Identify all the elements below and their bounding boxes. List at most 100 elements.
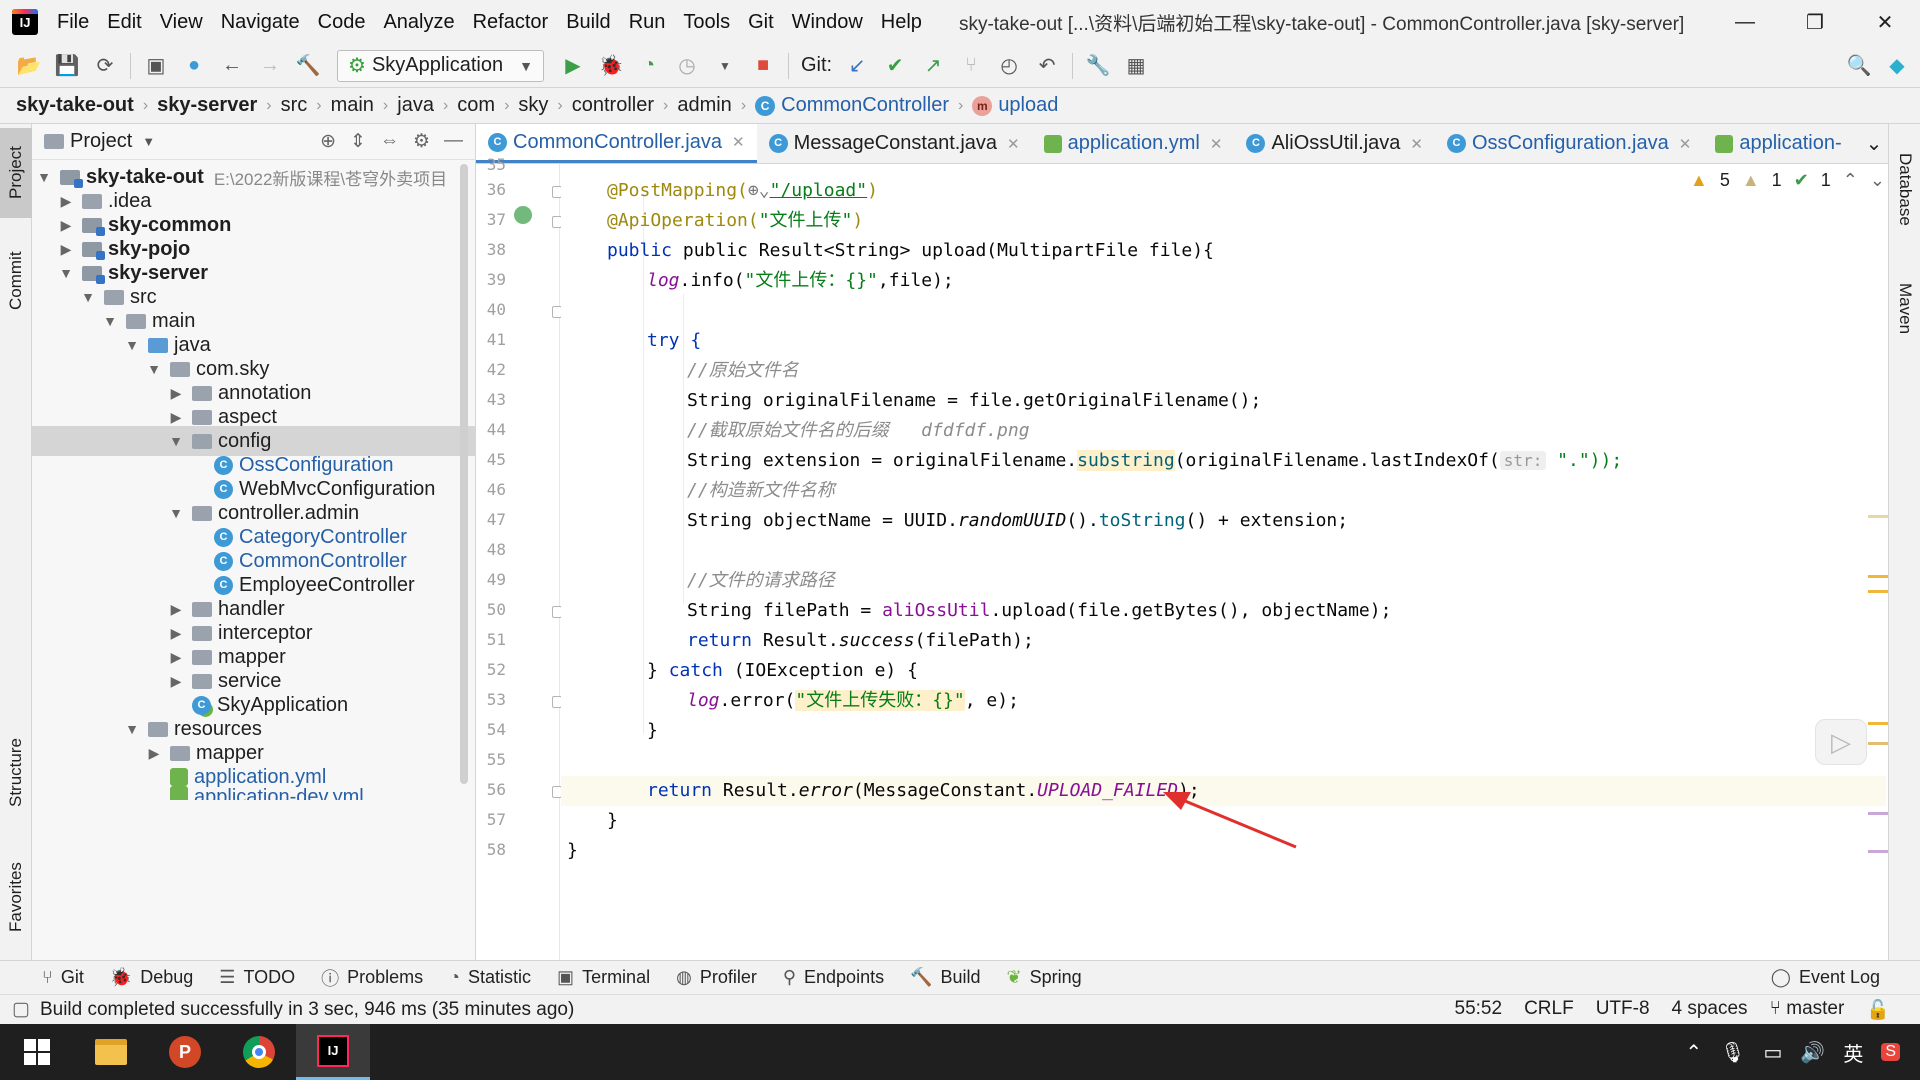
menu-window[interactable]: Window	[783, 11, 872, 34]
close-icon[interactable]: ✕	[1410, 135, 1423, 153]
structure-tool-tab[interactable]: Structure	[0, 718, 32, 828]
search-icon[interactable]: 🔍	[1844, 51, 1874, 81]
volume-icon[interactable]: 🔊	[1800, 1040, 1825, 1065]
build-tool-tab[interactable]: 🔨 Build	[910, 967, 980, 988]
crumb-module[interactable]: sky-server ›	[157, 94, 280, 117]
profiler-tool-tab[interactable]: ◍ Profiler	[676, 967, 757, 988]
menu-help[interactable]: Help	[872, 11, 931, 34]
debug-tool-tab[interactable]: 🐞 Debug	[110, 967, 193, 988]
forward-arrow-icon[interactable]: →	[255, 51, 285, 81]
code-editor[interactable]: @PostMapping(⊕⌄"/upload") @ApiOperation(…	[561, 164, 1886, 960]
coverage-icon[interactable]: ◔	[634, 51, 664, 81]
menu-build[interactable]: Build	[557, 11, 619, 34]
favorites-tool-tab[interactable]: Favorites	[0, 842, 32, 952]
hide-icon[interactable]: —	[444, 130, 463, 153]
lock-icon[interactable]: 🔓	[1866, 998, 1890, 1022]
git-tool-tab[interactable]: ⑂ Git	[42, 967, 84, 988]
terminal-tool-tab[interactable]: ▣ Terminal	[557, 967, 650, 988]
status-toggle-icon[interactable]: ▢	[12, 998, 30, 1021]
menu-run[interactable]: Run	[620, 11, 675, 34]
powerpoint-icon[interactable]: P	[148, 1024, 222, 1080]
caret-position[interactable]: 55:52	[1455, 998, 1503, 1022]
problems-tool-tab[interactable]: ⓘ Problems	[321, 965, 423, 991]
crumb-method[interactable]: m upload	[972, 94, 1058, 117]
maven-tool-tab[interactable]: Maven	[1889, 264, 1920, 354]
build-hammer-icon[interactable]: 🔨	[293, 51, 323, 81]
todo-tool-tab[interactable]: ☰ TODO	[219, 967, 295, 988]
menu-refactor[interactable]: Refactor	[464, 11, 558, 34]
menu-tools[interactable]: Tools	[674, 11, 739, 34]
close-icon[interactable]: ✕	[1210, 135, 1223, 153]
tab-messageconstant[interactable]: C MessageConstant.java ✕	[757, 124, 1032, 163]
inspection-widget[interactable]: ▲ 5 ▲ 1 ✔ 1 ⌃ ⌄	[1690, 170, 1885, 191]
windows-start-icon[interactable]	[0, 1024, 74, 1080]
ime-indicator[interactable]: 英	[1843, 1038, 1863, 1067]
tab-application-yml[interactable]: application.yml ✕	[1032, 124, 1235, 163]
git-commit-icon[interactable]: ✔	[880, 51, 910, 81]
git-merge-icon[interactable]: ⑂	[956, 51, 986, 81]
history-icon[interactable]: ◴	[994, 51, 1024, 81]
settings-wrench-icon[interactable]: 🔧	[1083, 51, 1113, 81]
spring-tool-tab[interactable]: ❦ Spring	[1007, 967, 1082, 988]
back-arrow-icon[interactable]: ←	[217, 51, 247, 81]
git-push-icon[interactable]: ↗	[918, 51, 948, 81]
collapse-all-icon[interactable]: ⇔	[380, 130, 399, 153]
stop-icon[interactable]: ■	[748, 51, 778, 81]
status-message[interactable]: Build completed successfully in 3 sec, 9…	[40, 999, 574, 1021]
project-tool-tab[interactable]: Project	[0, 128, 32, 218]
project-structure-icon[interactable]: ▦	[1121, 51, 1151, 81]
sync-icon[interactable]: ⟳	[90, 51, 120, 81]
tab-commoncontroller[interactable]: C CommonController.java ✕	[476, 124, 757, 163]
project-panel-title[interactable]: Project	[70, 130, 132, 153]
close-window-button[interactable]: ✕	[1850, 10, 1920, 35]
module-icon[interactable]: ▣	[141, 51, 171, 81]
tree-row[interactable]: application-dev.yml	[32, 786, 475, 800]
git-branch[interactable]: ⑂ master	[1770, 998, 1845, 1022]
menu-view[interactable]: View	[151, 11, 212, 34]
crumb-project[interactable]: sky-take-out ›	[16, 94, 157, 117]
battery-icon[interactable]: ▭	[1764, 1040, 1783, 1065]
class-icon[interactable]: ●	[179, 51, 209, 81]
crumb-controller[interactable]: controller ›	[572, 94, 678, 117]
menu-navigate[interactable]: Navigate	[212, 11, 309, 34]
file-encoding[interactable]: UTF-8	[1596, 998, 1650, 1022]
menu-code[interactable]: Code	[309, 11, 375, 34]
tab-oss-configuration[interactable]: C OssConfiguration.java ✕	[1435, 124, 1703, 163]
crumb-admin[interactable]: admin ›	[677, 94, 755, 117]
microphone-icon[interactable]: 🎙	[1720, 1040, 1745, 1065]
chevron-down-icon[interactable]: ▼	[142, 134, 155, 149]
menu-analyze[interactable]: Analyze	[374, 11, 463, 34]
chevron-up-icon[interactable]: ⌃	[1685, 1040, 1702, 1065]
close-icon[interactable]: ✕	[1007, 135, 1020, 153]
crumb-class[interactable]: C CommonController ›	[755, 94, 972, 117]
expand-all-icon[interactable]: ⇕	[350, 130, 366, 153]
endpoint-gutter-icon[interactable]	[514, 206, 532, 224]
tabs-overflow-chevron-icon[interactable]: ⌄	[1854, 124, 1895, 163]
minimize-button[interactable]: —	[1710, 11, 1780, 34]
tab-application-dev[interactable]: application-	[1703, 124, 1853, 163]
jetbrains-toolbox-icon[interactable]: ◆	[1882, 51, 1912, 81]
commit-tool-tab[interactable]: Commit	[0, 236, 32, 326]
chrome-icon[interactable]	[222, 1024, 296, 1080]
line-separator[interactable]: CRLF	[1524, 998, 1574, 1022]
open-folder-icon[interactable]: 📂	[14, 51, 44, 81]
run-icon[interactable]: ▶	[558, 51, 588, 81]
gear-icon[interactable]: ⚙	[413, 130, 430, 153]
menu-file[interactable]: File	[48, 11, 98, 34]
menu-git[interactable]: Git	[739, 11, 783, 34]
intellij-taskbar-icon[interactable]: IJ	[296, 1024, 370, 1080]
crumb-java[interactable]: java ›	[397, 94, 457, 117]
close-icon[interactable]: ✕	[1679, 135, 1692, 153]
save-all-icon[interactable]: 💾	[52, 51, 82, 81]
statistic-tool-tab[interactable]: ◔ Statistic	[449, 967, 531, 988]
endpoints-tool-tab[interactable]: ⚲ Endpoints	[783, 967, 884, 988]
crumb-main[interactable]: main ›	[331, 94, 398, 117]
locate-icon[interactable]: ⊕	[320, 130, 336, 153]
file-explorer-icon[interactable]	[74, 1024, 148, 1080]
project-scrollbar[interactable]	[460, 164, 468, 784]
close-icon[interactable]: ✕	[732, 133, 745, 151]
git-update-icon[interactable]: ↙	[842, 51, 872, 81]
notification-icon[interactable]: S	[1881, 1043, 1900, 1061]
run-configuration-select[interactable]: ⚙ SkyApplication ▼	[337, 49, 544, 82]
chevron-down-icon[interactable]: ⌄	[1870, 170, 1885, 191]
